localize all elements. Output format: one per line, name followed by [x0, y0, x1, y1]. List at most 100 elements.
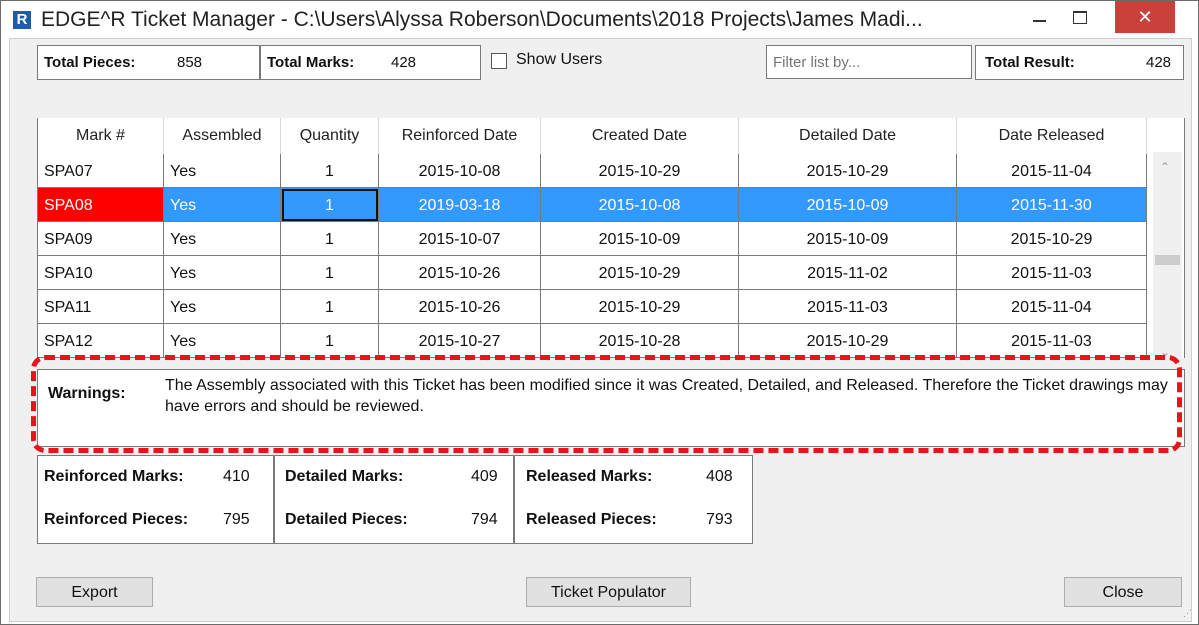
column-header-date-released[interactable]: Date Released [957, 118, 1147, 154]
cell-created-date[interactable]: 2015-10-29 [541, 290, 739, 324]
cell-created-date[interactable]: 2015-10-29 [541, 256, 739, 290]
scroll-down-icon[interactable]: ⌄ [1160, 345, 1170, 359]
column-header-reinforced-date[interactable]: Reinforced Date [379, 118, 541, 154]
cell-detailed-date[interactable]: 2015-10-29 [739, 154, 957, 188]
detailed-pieces-label: Detailed Pieces: [285, 511, 408, 528]
minimize-button[interactable] [1025, 5, 1055, 31]
cell-reinforced-date[interactable]: 2015-10-26 [379, 256, 541, 290]
column-header-detailed-date[interactable]: Detailed Date [739, 118, 957, 154]
resize-grip-icon[interactable]: ⋰ [1183, 608, 1195, 620]
show-users-label: Show Users [516, 51, 603, 68]
released-pieces-value: 793 [706, 511, 733, 528]
column-header-mark[interactable]: Mark # [38, 118, 164, 154]
cell-quantity[interactable]: 1 [281, 290, 379, 324]
tickets-table: Mark # Assembled Quantity Reinforced Dat… [37, 118, 1185, 358]
cell-reinforced-date[interactable]: 2019-03-18 [379, 188, 541, 222]
cell-quantity[interactable]: 1 [281, 154, 379, 188]
cell-detailed-date[interactable]: 2015-10-29 [739, 324, 957, 358]
detailed-stats-box: Detailed Marks: 409 Detailed Pieces: 794 [274, 455, 514, 544]
minimize-icon [1033, 20, 1046, 22]
column-header-created-date[interactable]: Created Date [541, 118, 739, 154]
reinforced-pieces-label: Reinforced Pieces: [44, 511, 189, 528]
cell-reinforced-date[interactable]: 2015-10-26 [379, 290, 541, 324]
released-marks-label: Released Marks: [526, 468, 653, 485]
total-pieces-label: Total Pieces: [44, 54, 136, 71]
cell-assembled[interactable]: Yes [164, 188, 281, 222]
table-row[interactable]: SPA08 Yes 1 2019-03-18 2015-10-08 2015-10-09 2… [38, 188, 1147, 222]
cell-quantity[interactable]: 1 [281, 256, 379, 290]
close-icon: ✕ [1137, 7, 1153, 27]
cell-mark[interactable]: SPA10 [38, 256, 164, 290]
detailed-pieces-value: 794 [471, 511, 498, 528]
released-marks-value: 408 [706, 468, 733, 485]
cell-assembled[interactable]: Yes [164, 256, 281, 290]
maximize-button[interactable] [1064, 5, 1096, 31]
cell-quantity[interactable]: 1 [281, 188, 379, 222]
total-pieces-box: Total Pieces: 858 [37, 45, 260, 80]
close-button[interactable]: Close [1064, 577, 1182, 607]
cell-date-released[interactable]: 2015-11-03 [957, 256, 1147, 290]
cell-mark[interactable]: SPA12 [38, 324, 164, 358]
cell-date-released[interactable]: 2015-11-03 [957, 324, 1147, 358]
app-logo-icon: R [13, 11, 31, 29]
export-button[interactable]: Export [36, 577, 153, 607]
cell-date-released[interactable]: 2015-11-30 [957, 188, 1147, 222]
cell-detailed-date[interactable]: 2015-10-09 [739, 188, 957, 222]
cell-mark[interactable]: SPA09 [38, 222, 164, 256]
cell-assembled[interactable]: Yes [164, 324, 281, 358]
table-row[interactable]: SPA10 Yes 1 2015-10-26 2015-10-29 2015-11-02 2… [38, 256, 1147, 290]
show-users-checkbox[interactable] [491, 53, 507, 69]
total-pieces-value: 858 [177, 54, 203, 71]
released-stats-box: Released Marks: 408 Released Pieces: 793 [514, 455, 753, 544]
title-bar[interactable]: R EDGE^R Ticket Manager - C:\Users\Alyss… [1, 1, 1198, 39]
cell-assembled[interactable]: Yes [164, 154, 281, 188]
cell-created-date[interactable]: 2015-10-09 [541, 222, 739, 256]
cell-created-date[interactable]: 2015-10-28 [541, 324, 739, 358]
cell-quantity[interactable]: 1 [281, 324, 379, 358]
total-result-box: Total Result: 428 [975, 45, 1184, 80]
maximize-icon [1073, 11, 1087, 24]
cell-mark[interactable]: SPA07 [38, 154, 164, 188]
cell-created-date[interactable]: 2015-10-29 [541, 154, 739, 188]
cell-detailed-date[interactable]: 2015-11-02 [739, 256, 957, 290]
column-header-quantity[interactable]: Quantity [281, 118, 379, 154]
cell-date-released[interactable]: 2015-10-29 [957, 222, 1147, 256]
column-header-assembled[interactable]: Assembled [164, 118, 281, 154]
detailed-marks-label: Detailed Marks: [285, 468, 404, 485]
reinforced-stats-box: Reinforced Marks: 410 Reinforced Pieces:… [37, 455, 274, 544]
scrollbar-thumb[interactable] [1155, 255, 1180, 265]
cell-mark[interactable]: SPA11 [38, 290, 164, 324]
table-row[interactable]: SPA12 Yes 1 2015-10-27 2015-10-28 2015-10-29 2… [38, 324, 1147, 358]
reinforced-marks-label: Reinforced Marks: [44, 468, 184, 485]
cell-mark[interactable]: SPA08 [38, 188, 164, 222]
total-marks-value: 428 [391, 54, 417, 71]
total-result-value: 428 [1146, 54, 1172, 71]
warnings-panel: Warnings: The Assembly associated with t… [37, 369, 1185, 447]
table-row[interactable]: SPA07 Yes 1 2015-10-08 2015-10-29 2015-10-29 2… [38, 154, 1147, 188]
table-row[interactable]: SPA09 Yes 1 2015-10-07 2015-10-09 2015-10-09 2… [38, 222, 1147, 256]
cell-assembled[interactable]: Yes [164, 222, 281, 256]
total-marks-box: Total Marks: 428 [260, 45, 481, 80]
cell-reinforced-date[interactable]: 2015-10-27 [379, 324, 541, 358]
cell-assembled[interactable]: Yes [164, 290, 281, 324]
cell-reinforced-date[interactable]: 2015-10-07 [379, 222, 541, 256]
cell-date-released[interactable]: 2015-11-04 [957, 154, 1147, 188]
total-result-label: Total Result: [985, 54, 1075, 71]
close-window-button[interactable]: ✕ [1115, 1, 1175, 33]
window-title: EDGE^R Ticket Manager - C:\Users\Alyssa … [41, 8, 923, 31]
cell-detailed-date[interactable]: 2015-10-09 [739, 222, 957, 256]
scroll-up-icon[interactable]: ⌃ [1160, 160, 1170, 174]
reinforced-pieces-value: 795 [223, 511, 250, 528]
cell-created-date[interactable]: 2015-10-08 [541, 188, 739, 222]
reinforced-marks-value: 410 [223, 468, 250, 485]
cell-reinforced-date[interactable]: 2015-10-08 [379, 154, 541, 188]
cell-date-released[interactable]: 2015-11-04 [957, 290, 1147, 324]
warnings-text: The Assembly associated with this Ticket… [165, 377, 1168, 415]
filter-input[interactable] [766, 45, 972, 79]
cell-detailed-date[interactable]: 2015-11-03 [739, 290, 957, 324]
ticket-populator-button[interactable]: Ticket Populator [526, 577, 691, 607]
table-row[interactable]: SPA11 Yes 1 2015-10-26 2015-10-29 2015-11-03 2… [38, 290, 1147, 324]
released-pieces-label: Released Pieces: [526, 511, 657, 528]
cell-quantity[interactable]: 1 [281, 222, 379, 256]
warnings-label: Warnings: [48, 385, 126, 402]
